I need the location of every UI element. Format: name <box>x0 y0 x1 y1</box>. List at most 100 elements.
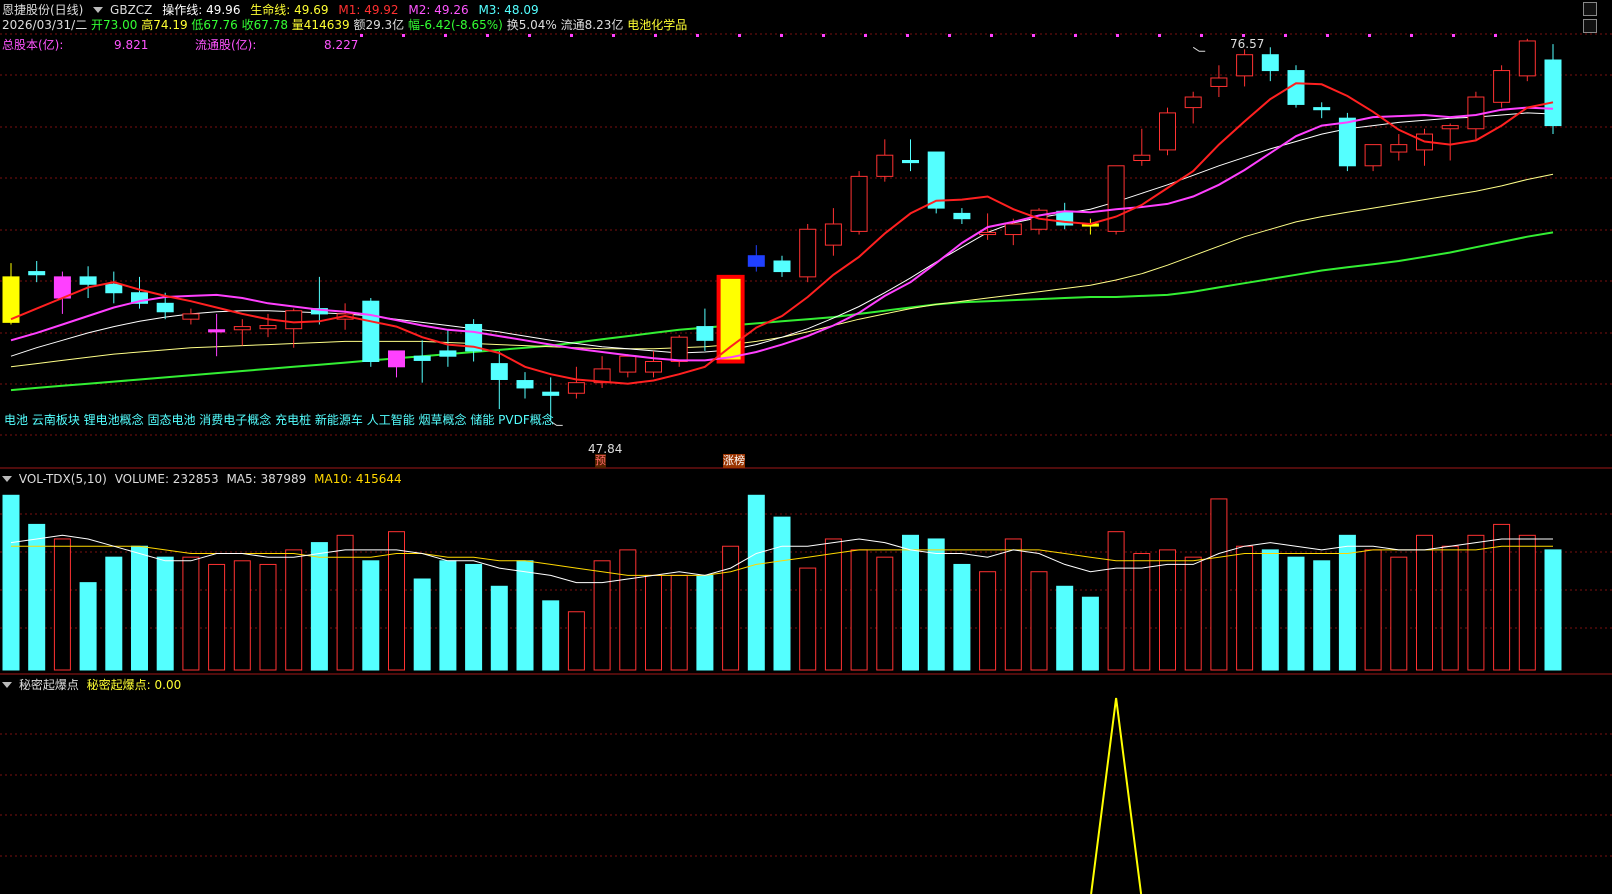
volume-bar <box>953 563 971 671</box>
candle-body <box>542 391 560 396</box>
marker-dot <box>906 34 909 37</box>
volume-bar <box>310 542 328 671</box>
window-maximize-button[interactable] <box>1583 19 1597 33</box>
candle-body <box>799 228 817 278</box>
marker-dot <box>654 34 657 37</box>
volume-bar <box>53 538 71 671</box>
volume-bar <box>1004 538 1022 671</box>
candle-body <box>696 326 714 341</box>
volume-bar <box>1107 531 1125 671</box>
volume-bar <box>1441 545 1459 671</box>
candle-body <box>388 350 405 368</box>
candle-body <box>1364 144 1382 167</box>
volume-bar <box>131 545 148 671</box>
secret-value-label: 秘密起爆点: <box>86 678 151 692</box>
concept-tags[interactable]: 电池 云南板块 锂电池概念 固态电池 消费电子概念 充电桩 新能源车 人工智能 … <box>4 413 554 427</box>
dropdown-chevron-icon[interactable] <box>2 682 12 688</box>
marker-dot <box>1494 34 1497 37</box>
volume-bar <box>105 556 123 671</box>
secret-indicator-name[interactable]: 秘密起爆点 <box>19 678 79 692</box>
volume-bar <box>824 538 842 671</box>
volume-bar <box>696 574 714 671</box>
candle-body <box>156 302 174 313</box>
candle-body <box>1338 117 1356 167</box>
candle-body <box>716 274 745 364</box>
candle-body <box>79 276 97 285</box>
vol-indicator-name[interactable]: VOL-TDX(5,10) <box>19 472 107 486</box>
marker-dot <box>1116 34 1119 37</box>
volume-bar <box>465 563 483 671</box>
volume-bar <box>388 531 405 671</box>
secret-value: 0.00 <box>154 678 182 692</box>
candle-body <box>105 283 123 294</box>
candle-body <box>208 329 226 333</box>
volume-bar <box>1313 560 1331 671</box>
candle-body <box>1184 96 1202 109</box>
quote-volume: 量414639 <box>291 18 350 32</box>
volume-bar <box>542 600 560 671</box>
candle-body <box>439 350 457 357</box>
life-line-label: 生命线: <box>250 3 291 17</box>
candle-body <box>619 355 637 373</box>
volume-bar <box>2 494 20 671</box>
candle-body <box>567 382 585 394</box>
volume-bar <box>156 556 174 671</box>
marker-dot <box>1032 34 1035 37</box>
secret-signal-line <box>1090 697 1143 894</box>
vol-value: VOLUME: 232853 <box>114 472 219 486</box>
volume-bar <box>1133 553 1151 671</box>
marker-dot <box>990 34 993 37</box>
candle-body <box>1107 165 1125 232</box>
marker-dot <box>612 34 615 37</box>
candle-body <box>979 231 997 236</box>
volume-bar <box>593 560 611 671</box>
chart-canvas <box>0 33 1612 894</box>
volume-bar <box>1287 556 1305 671</box>
m2-value: 49.26 <box>434 3 469 17</box>
marker-dot <box>1158 34 1161 37</box>
volume-bar <box>645 574 662 671</box>
quote-float-value: 流通8.23亿 <box>560 18 624 32</box>
marker-dot <box>738 34 741 37</box>
volume-bar <box>773 516 791 671</box>
quote-open: 开73.00 <box>91 18 138 32</box>
marker-dot <box>528 34 531 37</box>
marker-dot <box>486 34 489 37</box>
candle-body <box>1493 70 1511 103</box>
volume-bar <box>799 567 817 671</box>
volume-bar <box>1056 585 1074 671</box>
marker-dot <box>444 34 447 37</box>
marker-dot <box>1074 34 1077 37</box>
float-capital-value: 8.227 <box>324 38 359 52</box>
candle-body <box>1313 107 1331 111</box>
volume-bar <box>1261 549 1279 671</box>
indicator-code[interactable]: GBZCZ <box>110 3 152 17</box>
op-line-label: 操作线: <box>162 3 203 17</box>
candle-body <box>1236 54 1254 77</box>
candle-body <box>773 260 791 273</box>
candle-body <box>362 300 380 363</box>
life-line-value: 49.69 <box>294 3 329 17</box>
volume-bar <box>182 556 200 671</box>
volume-bar <box>670 574 688 671</box>
marker-dot <box>402 34 405 37</box>
volume-bar <box>850 549 868 671</box>
stock-name[interactable]: 恩捷股份(日线) <box>2 3 83 17</box>
window-restore-button[interactable] <box>1583 2 1597 16</box>
quote-high: 高74.19 <box>141 18 188 32</box>
vol-header: VOL-TDX(5,10) VOLUME: 232853 MA5: 387989… <box>2 472 402 486</box>
vol-ma5-value: MA5: 387989 <box>226 472 307 486</box>
candle-body <box>182 313 200 320</box>
volume-bar <box>1081 596 1099 671</box>
volume-bar <box>876 556 894 671</box>
quote-industry[interactable]: 电池化学品 <box>627 18 687 32</box>
quote-turnover: 换5.04% <box>506 18 557 32</box>
vol-ma10-value: MA10: 415644 <box>314 472 402 486</box>
dropdown-chevron-icon[interactable] <box>2 476 12 482</box>
m3-label: M3: <box>478 3 501 17</box>
candle-body <box>516 380 534 389</box>
op-line-value: 49.96 <box>206 3 241 17</box>
volume-bar <box>1416 534 1433 671</box>
candle-body <box>953 212 971 220</box>
dropdown-chevron-icon[interactable] <box>93 7 104 13</box>
